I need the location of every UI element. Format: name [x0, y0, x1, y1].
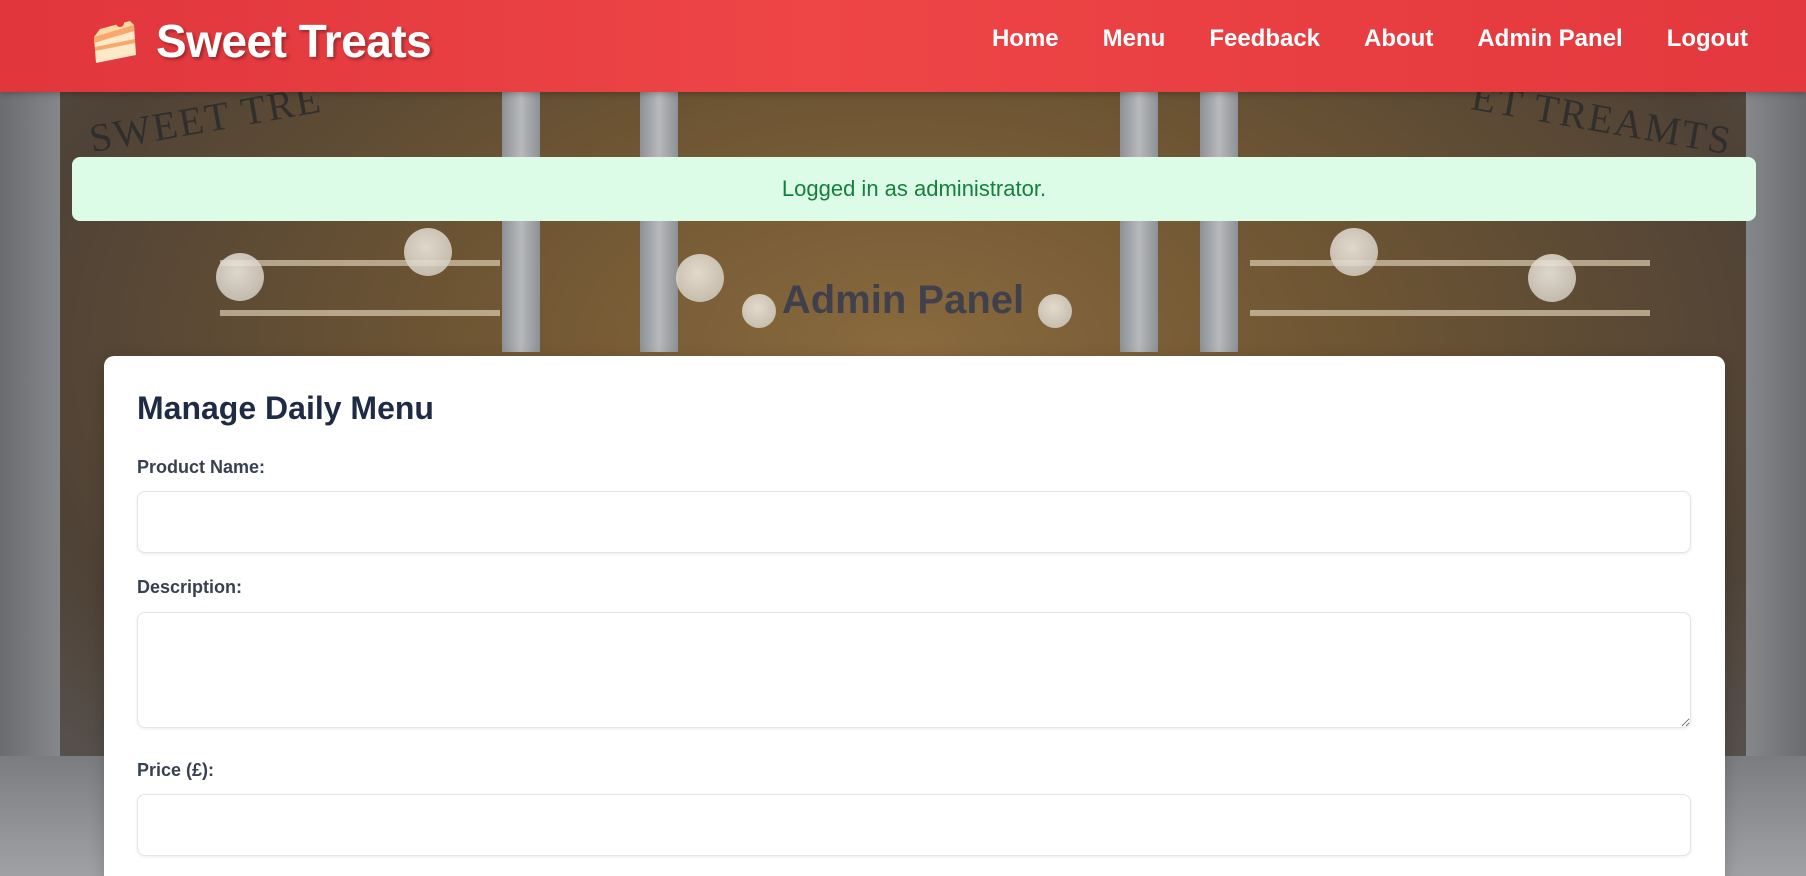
nav-link-menu[interactable]: Menu [1103, 22, 1166, 56]
description-label: Description: [137, 577, 243, 597]
background-shelf [220, 260, 500, 266]
page-title: Admin Panel [781, 278, 1025, 322]
brand[interactable]: Sweet Treats [90, 14, 432, 68]
top-navigation-bar: Sweet Treats Home Menu Feedback About Ad… [0, 0, 1806, 92]
nav-link-home[interactable]: Home [992, 22, 1059, 56]
product-name-input[interactable] [137, 491, 1691, 553]
background-frame-left [0, 0, 60, 876]
background-lamp [404, 228, 452, 276]
section-heading: Manage Daily Menu [137, 390, 434, 426]
nav-link-admin-panel[interactable]: Admin Panel [1477, 22, 1622, 56]
background-frame-right [1746, 0, 1806, 876]
nav-link-logout[interactable]: Logout [1667, 22, 1748, 56]
description-textarea[interactable] [137, 612, 1691, 728]
background-lamp [1330, 228, 1378, 276]
alert-message: Logged in as administrator. [781, 176, 1047, 201]
product-name-label: Product Name: [137, 457, 266, 477]
cake-slice-icon [90, 15, 140, 67]
price-input[interactable] [137, 794, 1691, 856]
nav-link-feedback[interactable]: Feedback [1209, 22, 1320, 56]
main-nav: Home Menu Feedback About Admin Panel Log… [992, 22, 1748, 56]
nav-link-about[interactable]: About [1364, 22, 1433, 56]
manage-menu-card: Manage Daily Menu Product Name: Descript… [104, 356, 1725, 876]
brand-name: Sweet Treats [156, 15, 432, 67]
price-label: Price (£): [137, 760, 215, 780]
login-success-alert: Logged in as administrator. [72, 157, 1756, 221]
background-shelf [1250, 260, 1650, 266]
